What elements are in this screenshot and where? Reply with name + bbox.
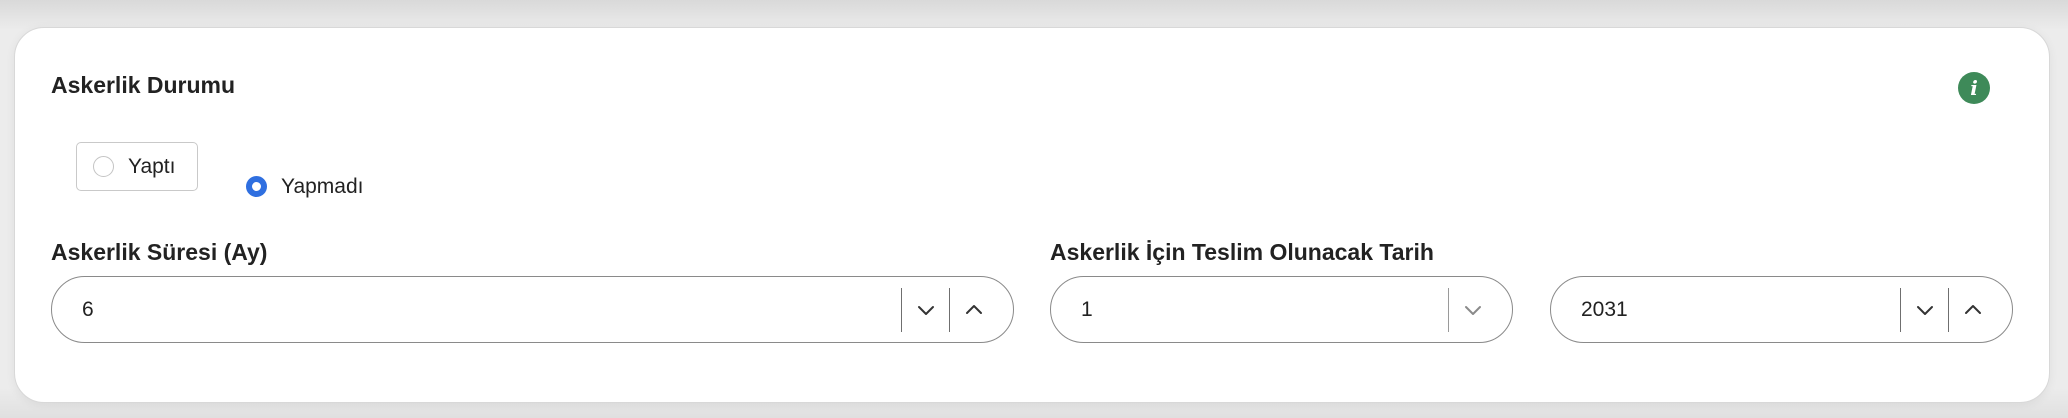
info-icon[interactable]: i (1958, 72, 1990, 104)
delivery-month-dropdown-button[interactable] (1448, 287, 1496, 332)
chevron-down-icon (1464, 305, 1481, 315)
duration-value[interactable]: 6 (52, 298, 901, 322)
year-decrement-button[interactable] (1900, 287, 1948, 332)
delivery-month-value[interactable]: 1 (1051, 298, 1448, 322)
radio-label-yapti: Yaptı (128, 154, 176, 178)
radio-label-yapmadi: Yapmadı (281, 174, 364, 198)
chevron-up-icon (1964, 304, 1981, 314)
duration-stepper[interactable]: 6 (51, 276, 1014, 343)
duration-decrement-button[interactable] (901, 287, 949, 332)
year-increment-button[interactable] (1948, 287, 1996, 332)
radio-option-yapti[interactable]: Yaptı (76, 142, 198, 191)
delivery-year-value[interactable]: 2031 (1551, 298, 1900, 322)
chevron-down-icon (1916, 305, 1933, 315)
chevron-up-icon (965, 304, 982, 314)
chevron-down-icon (917, 305, 934, 315)
radio-option-yapmadi[interactable]: Yapmadı (246, 174, 364, 199)
radio-checked-icon[interactable] (246, 176, 267, 197)
radio-unchecked-icon[interactable] (93, 156, 114, 177)
duration-label: Askerlik Süresi (Ay) (51, 239, 268, 265)
delivery-month-select[interactable]: 1 (1050, 276, 1513, 343)
delivery-date-label: Askerlik İçin Teslim Olunacak Tarih (1050, 239, 1434, 265)
military-status-card: Askerlik Durumu i Yaptı Yapmadı Askerlik… (14, 27, 2050, 403)
duration-increment-button[interactable] (949, 287, 997, 332)
section-title: Askerlik Durumu (51, 72, 236, 98)
delivery-year-stepper[interactable]: 2031 (1550, 276, 2013, 343)
